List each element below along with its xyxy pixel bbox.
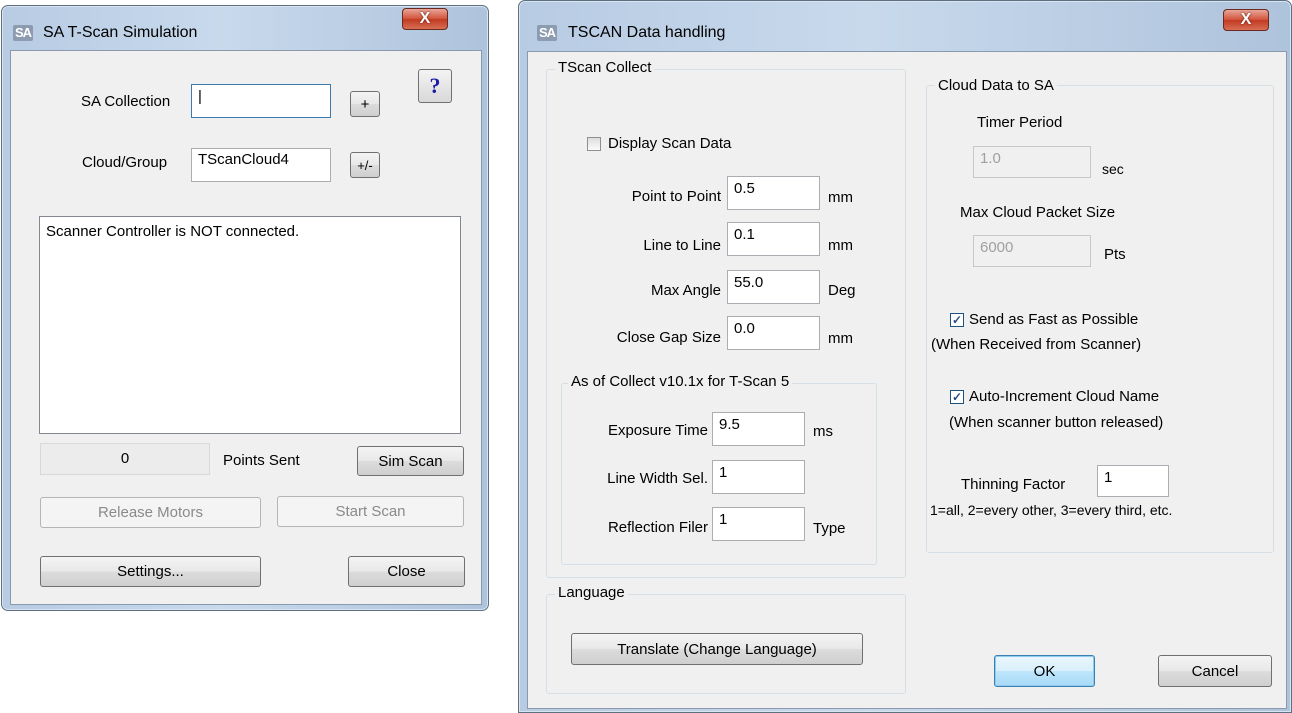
collect-group: TScan Collect Display Scan Data Point to…	[546, 59, 906, 578]
close-gap-unit: mm	[828, 330, 853, 347]
reflection-filter-label: Reflection Filer	[607, 519, 708, 536]
sim-scan-button[interactable]: Sim Scan	[357, 446, 464, 476]
exposure-time-label: Exposure Time	[607, 422, 708, 439]
cloud-data-group: Cloud Data to SA Timer Period 1.0 sec Ma…	[926, 77, 1274, 553]
thinning-factor-label: Thinning Factor	[961, 476, 1066, 493]
sim-close-icon[interactable]: X	[402, 8, 448, 30]
add-collection-button[interactable]: +	[350, 91, 380, 117]
sim-window-title: SA T-Scan Simulation	[43, 24, 198, 41]
exposure-time-input[interactable]: 9.5	[712, 412, 805, 446]
cancel-button[interactable]: Cancel	[1158, 655, 1272, 687]
reflection-filter-unit: Type	[813, 520, 846, 537]
display-scan-label: Display Scan Data	[608, 135, 732, 152]
max-angle-input[interactable]: 55.0	[727, 270, 820, 304]
line-width-input[interactable]: 1	[712, 460, 805, 494]
points-sent-label: Points Sent	[223, 452, 300, 469]
collect-group-title: TScan Collect	[555, 59, 655, 76]
sa-collection-input[interactable]: |	[191, 84, 331, 118]
display-scan-checkbox[interactable]	[587, 137, 601, 151]
tscan-close-icon[interactable]: X	[1223, 9, 1269, 31]
send-fast-label: Send as Fast as Possible	[969, 311, 1139, 328]
sa-collection-label: SA Collection	[81, 93, 171, 110]
sim-client-area: SA Collection | + ? Cloud/Group TScanClo…	[10, 50, 482, 605]
release-motors-button[interactable]: Release Motors	[40, 497, 261, 528]
auto-increment-label: Auto-Increment Cloud Name	[969, 388, 1160, 405]
status-text: Scanner Controller is NOT connected.	[46, 223, 300, 240]
auto-increment-note: (When scanner button released)	[949, 414, 1164, 431]
sa-logo-icon: SA	[537, 25, 558, 41]
close-gap-label: Close Gap Size	[616, 329, 721, 346]
cloud-group-input[interactable]: TScanCloud4	[191, 148, 331, 182]
tscan-window: SA TSCAN Data handling X TScan Collect D…	[518, 0, 1292, 713]
send-fast-note: (When Received from Scanner)	[931, 336, 1142, 353]
collect-v10-group-title: As of Collect v10.1x for T-Scan 5	[568, 373, 793, 390]
close-gap-input[interactable]: 0.0	[727, 316, 820, 350]
point-to-point-unit: mm	[828, 189, 853, 206]
language-group: Language Translate (Change Language)	[546, 584, 906, 694]
sim-window: SA SA T-Scan Simulation X SA Collection …	[1, 5, 489, 611]
timer-period-unit: sec	[1102, 161, 1124, 177]
close-button[interactable]: Close	[348, 556, 465, 587]
cloud-increment-button[interactable]: +/-	[350, 152, 380, 178]
cloud-data-group-title: Cloud Data to SA	[935, 77, 1057, 94]
settings-button[interactable]: Settings...	[40, 556, 261, 587]
sa-logo-icon: SA	[13, 25, 34, 41]
max-angle-unit: Deg	[828, 282, 856, 299]
points-sent-readout: 0	[40, 443, 210, 475]
thinning-factor-note: 1=all, 2=every other, 3=every third, etc…	[930, 502, 1173, 518]
ok-button[interactable]: OK	[994, 655, 1095, 687]
line-to-line-input[interactable]: 0.1	[727, 222, 820, 256]
tscan-client-area: TScan Collect Display Scan Data Point to…	[527, 51, 1287, 709]
language-group-title: Language	[555, 584, 628, 601]
start-scan-button[interactable]: Start Scan	[277, 496, 464, 527]
timer-period-label: Timer Period	[977, 114, 1063, 131]
line-width-label: Line Width Sel.	[607, 470, 708, 487]
point-to-point-input[interactable]: 0.5	[727, 176, 820, 210]
tscan-window-title: TSCAN Data handling	[568, 24, 726, 41]
collect-v10-group: As of Collect v10.1x for T-Scan 5 Exposu…	[561, 373, 877, 565]
line-to-line-unit: mm	[828, 237, 853, 254]
exposure-time-unit: ms	[813, 423, 833, 440]
status-textarea[interactable]: Scanner Controller is NOT connected.	[39, 216, 461, 434]
help-icon[interactable]: ?	[418, 69, 452, 103]
cloud-group-label: Cloud/Group	[82, 154, 168, 171]
reflection-filter-input[interactable]: 1	[712, 507, 805, 541]
line-to-line-label: Line to Line	[643, 237, 721, 254]
auto-increment-checkbox[interactable]: ✓	[950, 390, 964, 404]
packet-size-input[interactable]: 6000	[973, 235, 1091, 267]
max-angle-label: Max Angle	[650, 282, 721, 299]
translate-button[interactable]: Translate (Change Language)	[571, 633, 863, 665]
point-to-point-label: Point to Point	[631, 188, 721, 205]
timer-period-input[interactable]: 1.0	[973, 146, 1091, 178]
packet-size-unit: Pts	[1104, 246, 1126, 263]
packet-size-label: Max Cloud Packet Size	[960, 204, 1116, 221]
thinning-factor-input[interactable]: 1	[1097, 465, 1169, 497]
send-fast-checkbox[interactable]: ✓	[950, 313, 964, 327]
